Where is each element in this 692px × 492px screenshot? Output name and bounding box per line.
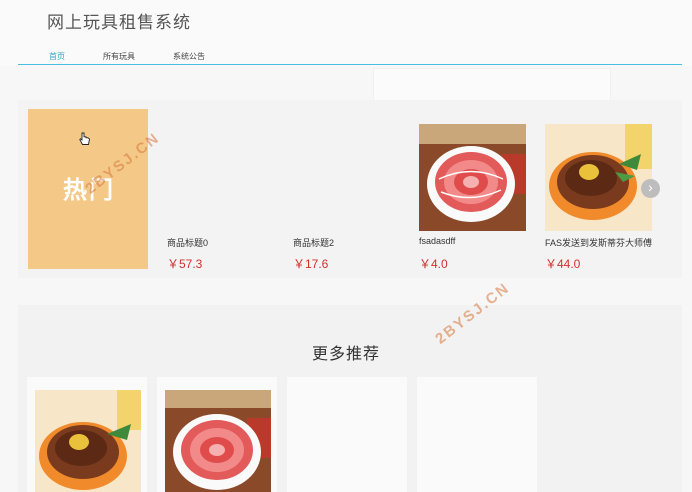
product-image[interactable] bbox=[545, 124, 652, 231]
hand-pointer-icon bbox=[79, 132, 90, 145]
recommend-image[interactable] bbox=[35, 390, 141, 492]
product-price: ￥44.0 bbox=[545, 257, 581, 271]
product-name[interactable]: 商品标题0 bbox=[167, 236, 292, 249]
product-price: ￥4.0 bbox=[419, 257, 448, 271]
nav-item-announcements[interactable]: 系统公告 bbox=[173, 51, 205, 62]
nav-item-home[interactable]: 首页 bbox=[49, 51, 65, 62]
recommend-card[interactable] bbox=[157, 377, 277, 492]
top-header: 网上玩具租售系统 首页 所有玩具 系统公告 bbox=[0, 0, 692, 66]
nav-item-all-toys[interactable]: 所有玩具 bbox=[103, 51, 135, 62]
recommend-card[interactable] bbox=[417, 377, 537, 492]
nav-divider bbox=[18, 64, 682, 65]
more-title: 更多推荐 bbox=[311, 346, 380, 363]
product-name[interactable]: 商品标题2 bbox=[293, 236, 418, 249]
chevron-right-icon[interactable]: › bbox=[641, 179, 660, 198]
product-image[interactable] bbox=[419, 124, 526, 231]
site-title: 网上玩具租售系统 bbox=[47, 13, 191, 32]
product-name[interactable]: FAS发送到发斯蒂芬大师傅 bbox=[545, 236, 670, 249]
product-price: ￥57.3 bbox=[167, 257, 203, 271]
recommend-card[interactable] bbox=[27, 377, 147, 492]
product-name[interactable]: fsadasdff bbox=[419, 236, 544, 246]
product-price: ￥17.6 bbox=[293, 257, 329, 271]
recommend-image[interactable] bbox=[165, 390, 271, 492]
recommend-card[interactable] bbox=[287, 377, 407, 492]
